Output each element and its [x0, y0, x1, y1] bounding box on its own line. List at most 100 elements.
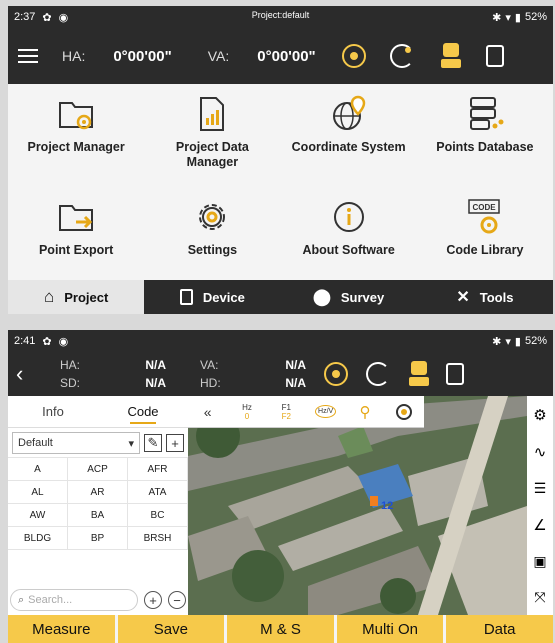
data-button[interactable]: Data	[446, 615, 553, 643]
sd-value: N/A	[145, 376, 166, 390]
settings-icon[interactable]: ⚙	[533, 406, 546, 424]
app-about-software[interactable]: About Software	[281, 187, 417, 275]
route-icon[interactable]: ∿	[534, 443, 547, 461]
code-item[interactable]: AFR	[127, 457, 188, 481]
bluetooth-icon: ✱	[492, 11, 502, 24]
add-code-button[interactable]: +	[144, 591, 162, 609]
app-label: Settings	[187, 242, 238, 257]
search-input[interactable]: ⌕ Search...	[10, 589, 138, 611]
tab-device[interactable]: Device	[144, 280, 280, 314]
app-status-icon: ◉	[58, 335, 69, 348]
tab-label: Tools	[479, 289, 514, 305]
ha-value: N/A	[145, 358, 166, 372]
info-icon	[333, 201, 364, 232]
app-label: Coordinate System	[291, 140, 406, 154]
bluetooth-icon: ✱	[492, 335, 502, 348]
code-item[interactable]: BC	[127, 503, 188, 527]
wifi-icon: ▾	[505, 335, 511, 348]
tab-survey[interactable]: ⬤ Survey	[281, 280, 417, 314]
add-file-icon[interactable]: +	[166, 434, 184, 452]
face-switch-button[interactable]: F1 F2	[273, 400, 299, 424]
fullscreen-icon[interactable]: ⤧	[534, 589, 545, 606]
app-project-data-manager[interactable]: Project Data Manager	[144, 84, 280, 187]
code-item[interactable]: AW	[8, 503, 68, 527]
instrument-icon[interactable]	[408, 361, 430, 387]
code-item[interactable]: BA	[67, 503, 128, 527]
database-icon	[469, 97, 504, 130]
hz-zero-button[interactable]: Hz 0	[234, 400, 260, 424]
wifi-icon: ▾	[505, 11, 511, 24]
remove-code-button[interactable]: −	[168, 591, 186, 609]
rotate-icon[interactable]	[391, 400, 417, 424]
hd-label: HD:	[200, 376, 221, 390]
point-label: 12	[381, 500, 394, 512]
back-icon[interactable]: ‹	[16, 361, 46, 387]
va-value: 0°00'00"	[257, 47, 316, 65]
app-code-library[interactable]: CODE Code Library	[417, 187, 553, 275]
hzv-button[interactable]: Hz/V	[313, 400, 339, 424]
refresh-laser-icon[interactable]	[389, 44, 414, 68]
ha-sd-readout: HA: N/A SD: N/A	[60, 357, 166, 391]
multi-on-button[interactable]: Multi On	[336, 615, 444, 643]
tab-label: Survey	[340, 289, 385, 305]
code-item[interactable]: ATA	[127, 480, 188, 504]
target-icon[interactable]	[324, 362, 348, 386]
code-list-select[interactable]: Default ▾	[12, 432, 140, 454]
map-view[interactable]: 12 « Hz 0 F1 F2 Hz/V ⚲	[188, 396, 527, 615]
code-badge: CODE	[472, 203, 496, 212]
ha-label: HA:	[62, 48, 86, 64]
stakeout-icon[interactable]: ⚲	[352, 400, 378, 424]
tab-label: Project	[64, 289, 109, 305]
measure-save-button[interactable]: M & S	[227, 615, 334, 643]
map-side-toolbar: ⚙ ∿ ☰ ∠ ▣ ⤧	[527, 396, 553, 615]
battery-level: 52%	[524, 11, 547, 23]
globe-pin-icon	[332, 95, 365, 130]
action-bar: Measure Save M & S Multi On Data	[8, 615, 553, 643]
tools-icon: ✕	[456, 289, 470, 306]
device-icon	[179, 289, 193, 305]
collapse-icon[interactable]: «	[195, 400, 221, 424]
app-points-database[interactable]: Points Database	[417, 84, 553, 187]
app-point-export[interactable]: Point Export	[8, 187, 144, 275]
refresh-laser-icon[interactable]	[366, 362, 390, 386]
app-settings[interactable]: Settings	[144, 187, 280, 275]
battery-icon: ▮	[514, 335, 521, 348]
app-coordinate-system[interactable]: Coordinate System	[281, 84, 417, 187]
project-screen: 2:37 ✿ ◉ Project:default ✱ ▾ ▮ 52% HA: 0…	[8, 6, 553, 314]
app-label: Project Manager	[27, 140, 125, 154]
instrument-icon[interactable]	[440, 43, 462, 69]
code-item[interactable]: ACP	[67, 457, 128, 481]
top-toolbar: ‹ HA: N/A SD: N/A VA: N/A HD: N/A	[8, 352, 553, 396]
sd-label: SD:	[60, 376, 81, 390]
code-item[interactable]: BRSH	[127, 526, 188, 550]
va-value: N/A	[285, 358, 306, 372]
app-project-manager[interactable]: Project Manager	[8, 84, 144, 187]
document-chart-icon	[200, 97, 225, 131]
code-item[interactable]: A	[8, 457, 68, 481]
bottom-tabs: ⌂ Project Device ⬤ Survey ✕ Tools	[8, 280, 553, 314]
code-item[interactable]: AR	[67, 480, 128, 504]
target-icon[interactable]	[341, 44, 366, 68]
edit-icon[interactable]: ✎	[144, 434, 162, 452]
tab-code[interactable]: Code	[98, 396, 188, 427]
code-item[interactable]: BLDG	[8, 526, 68, 550]
app-status-icon: ◉	[58, 11, 69, 24]
measure-button[interactable]: Measure	[8, 615, 115, 643]
save-button[interactable]: Save	[117, 615, 225, 643]
code-item[interactable]: BP	[67, 526, 128, 550]
draw-icon[interactable]: ∠	[533, 516, 546, 534]
map-toolbar: « Hz 0 F1 F2 Hz/V ⚲	[188, 396, 424, 428]
clock: 2:41	[14, 335, 36, 347]
controller-icon[interactable]	[485, 45, 504, 67]
list-settings-icon[interactable]: ☰	[534, 480, 547, 497]
controller-icon[interactable]	[446, 363, 464, 385]
location-pin-icon: ⬤	[312, 289, 331, 306]
app-label: Points Database	[436, 140, 534, 154]
code-item[interactable]: AL	[8, 480, 68, 504]
tab-project[interactable]: ⌂ Project	[8, 280, 145, 314]
tab-info[interactable]: Info	[8, 396, 98, 427]
menu-icon[interactable]	[18, 49, 38, 63]
ha-label: HA:	[60, 358, 81, 372]
zoom-extent-icon[interactable]: ▣	[533, 553, 546, 570]
tab-tools[interactable]: ✕ Tools	[417, 280, 553, 314]
